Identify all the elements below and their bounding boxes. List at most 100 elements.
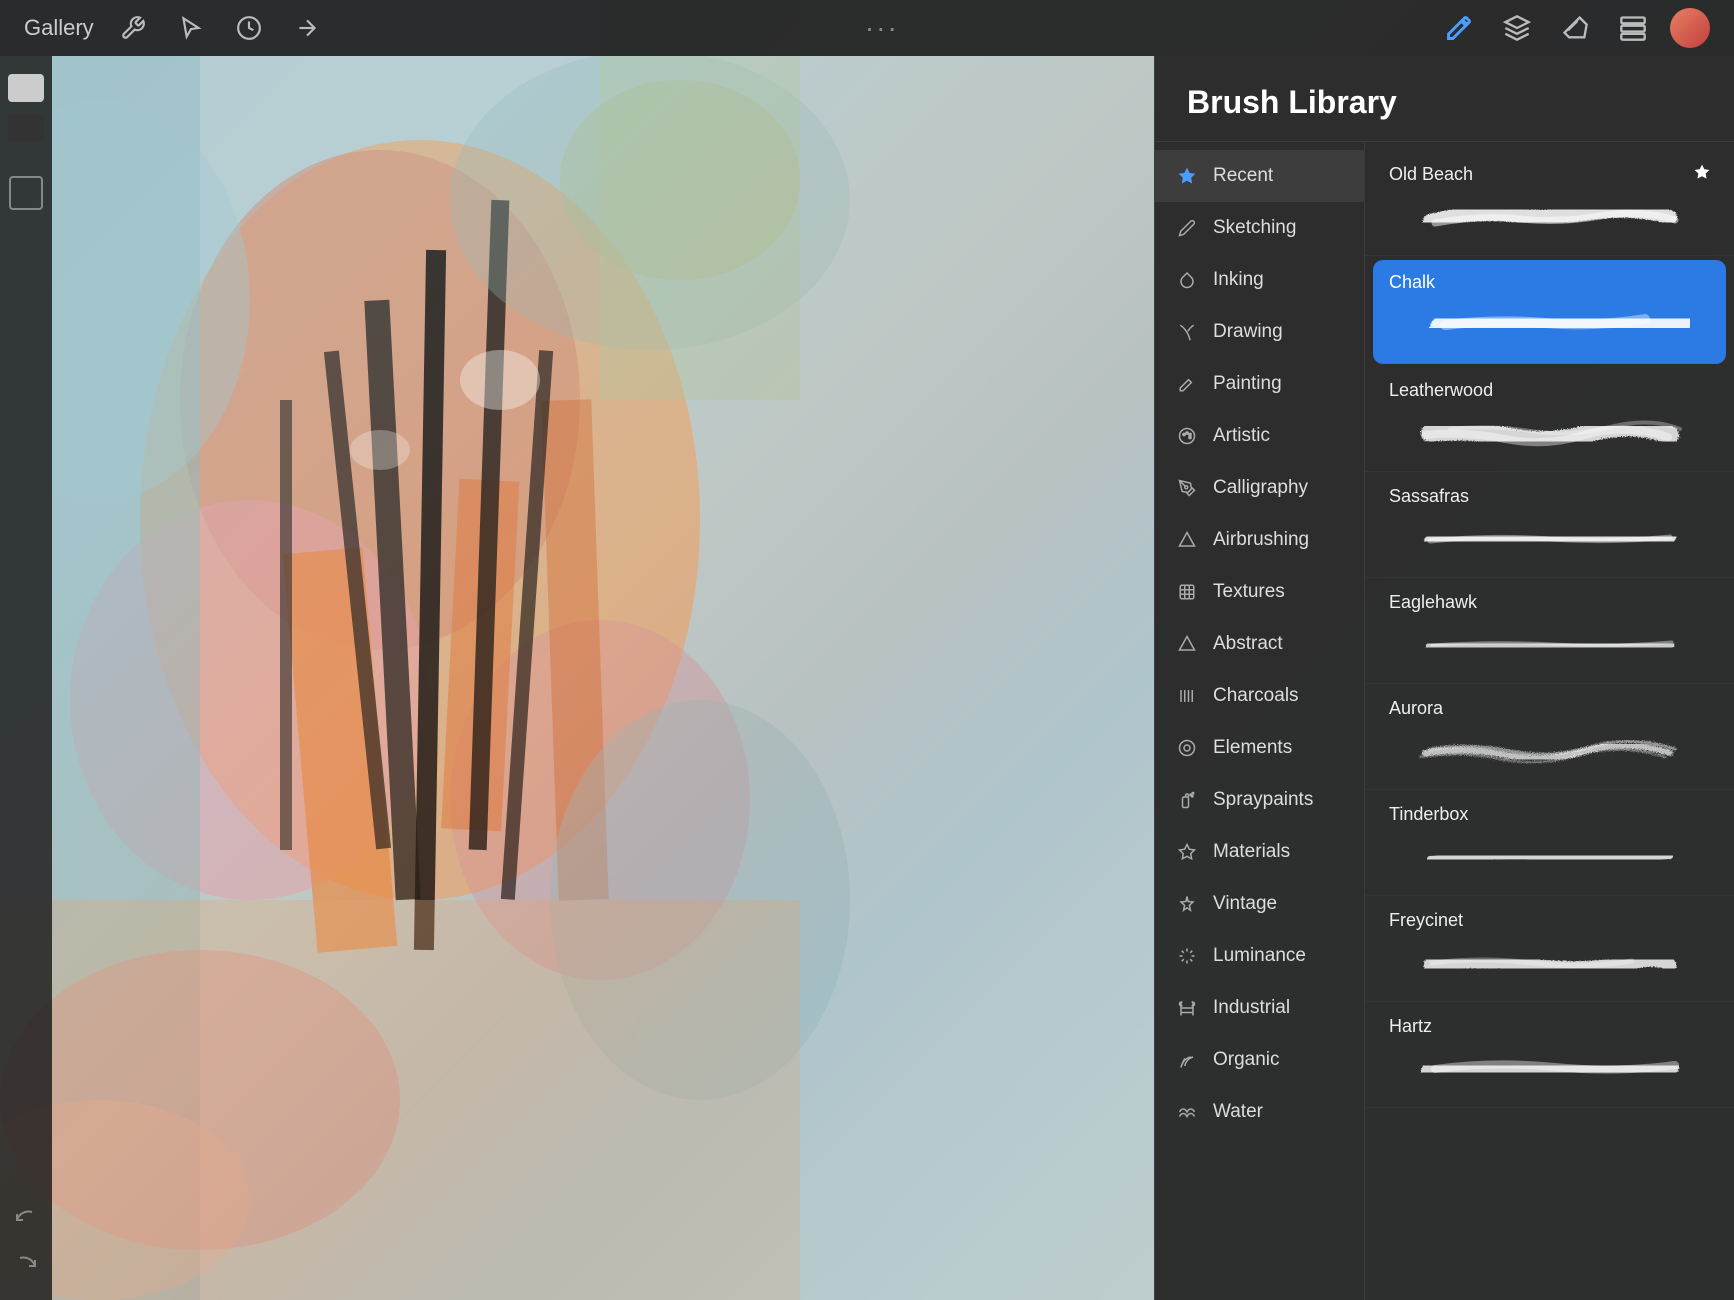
color-swatch-primary[interactable]	[8, 74, 44, 102]
brush-item-chalk[interactable]: Chalk	[1373, 260, 1726, 364]
abstract-category-icon	[1175, 632, 1199, 656]
brush-name-leatherwood: Leatherwood	[1389, 380, 1493, 401]
brush-name-eaglehawk: Eaglehawk	[1389, 592, 1477, 613]
category-item-textures[interactable]: Textures	[1155, 566, 1364, 618]
brush-tool-icon[interactable]	[1438, 7, 1480, 49]
charcoals-category-icon	[1175, 684, 1199, 708]
brush-item-sassafras[interactable]: Sassafras	[1365, 474, 1734, 578]
smudge-tool-icon[interactable]	[1496, 7, 1538, 49]
category-item-inking[interactable]: Inking	[1155, 254, 1364, 306]
category-label-sketching: Sketching	[1213, 217, 1296, 239]
drawing-category-icon	[1175, 320, 1199, 344]
industrial-category-icon	[1175, 996, 1199, 1020]
category-label-elements: Elements	[1213, 737, 1292, 759]
vintage-category-icon	[1175, 892, 1199, 916]
inking-category-icon	[1175, 268, 1199, 292]
brush-stroke-leatherwood	[1389, 407, 1710, 459]
dots-icon[interactable]: ···	[865, 12, 899, 44]
spraypaints-category-icon	[1175, 788, 1199, 812]
category-item-industrial[interactable]: Industrial	[1155, 982, 1364, 1034]
category-item-water[interactable]: Water	[1155, 1086, 1364, 1138]
brush-stroke-freycinet	[1389, 937, 1710, 989]
category-label-water: Water	[1213, 1101, 1263, 1123]
category-item-airbrushing[interactable]: Airbrushing	[1155, 514, 1364, 566]
brush-stroke-aurora	[1389, 725, 1710, 777]
category-item-sketching[interactable]: Sketching	[1155, 202, 1364, 254]
category-label-inking: Inking	[1213, 269, 1264, 291]
category-label-luminance: Luminance	[1213, 945, 1306, 967]
brush-item-tinderbox[interactable]: Tinderbox	[1365, 792, 1734, 896]
cursor-icon[interactable]	[172, 9, 210, 47]
brush-library-content: Recent Sketching Inking Drawing Painting Arti…	[1155, 142, 1734, 1300]
undo-button[interactable]	[7, 1200, 45, 1238]
brush-favorite-old-beach[interactable]	[1694, 164, 1710, 185]
selection-tool[interactable]	[9, 176, 43, 210]
brush-library-title: Brush Library	[1187, 84, 1397, 120]
brush-name-sassafras: Sassafras	[1389, 486, 1469, 507]
category-item-drawing[interactable]: Drawing	[1155, 306, 1364, 358]
category-item-artistic[interactable]: Artistic	[1155, 410, 1364, 462]
brush-library-header: Brush Library	[1155, 56, 1734, 142]
category-label-spraypaints: Spraypaints	[1213, 789, 1313, 811]
wrench-icon[interactable]	[114, 9, 152, 47]
brush-name-chalk: Chalk	[1389, 272, 1435, 293]
category-list: Recent Sketching Inking Drawing Painting Arti…	[1155, 142, 1365, 1300]
brush-stroke-old-beach	[1389, 191, 1710, 243]
category-item-charcoals[interactable]: Charcoals	[1155, 670, 1364, 722]
category-item-painting[interactable]: Painting	[1155, 358, 1364, 410]
artistic-category-icon	[1175, 424, 1199, 448]
brush-library-panel: Brush Library Recent Sketching Inking Drawi…	[1154, 56, 1734, 1300]
materials-category-icon	[1175, 840, 1199, 864]
category-label-calligraphy: Calligraphy	[1213, 477, 1308, 499]
brush-item-leatherwood[interactable]: Leatherwood	[1365, 368, 1734, 472]
user-avatar[interactable]	[1670, 8, 1710, 48]
brush-item-aurora[interactable]: Aurora	[1365, 686, 1734, 790]
brush-stroke-hartz	[1389, 1043, 1710, 1095]
left-sidebar	[0, 56, 52, 1300]
brush-list: Old Beach Chalk Leatherwood Sassafras Ea…	[1365, 142, 1734, 1300]
organic-category-icon	[1175, 1048, 1199, 1072]
redo-button[interactable]	[7, 1246, 45, 1284]
brush-name-old-beach: Old Beach	[1389, 164, 1473, 185]
brush-item-hartz[interactable]: Hartz	[1365, 1004, 1734, 1108]
category-item-vintage[interactable]: Vintage	[1155, 878, 1364, 930]
elements-category-icon	[1175, 736, 1199, 760]
calligraphy-category-icon	[1175, 476, 1199, 500]
category-item-luminance[interactable]: Luminance	[1155, 930, 1364, 982]
recent-category-icon	[1175, 164, 1199, 188]
gallery-button[interactable]: Gallery	[24, 15, 94, 41]
category-label-abstract: Abstract	[1213, 633, 1283, 655]
category-label-artistic: Artistic	[1213, 425, 1270, 447]
airbrushing-category-icon	[1175, 528, 1199, 552]
luminance-category-icon	[1175, 944, 1199, 968]
category-item-calligraphy[interactable]: Calligraphy	[1155, 462, 1364, 514]
color-swatch-secondary[interactable]	[8, 114, 44, 142]
arrow-icon[interactable]	[288, 9, 326, 47]
category-item-materials[interactable]: Materials	[1155, 826, 1364, 878]
category-item-recent[interactable]: Recent	[1155, 150, 1364, 202]
stylus-icon[interactable]	[230, 9, 268, 47]
category-label-organic: Organic	[1213, 1049, 1280, 1071]
brush-name-freycinet: Freycinet	[1389, 910, 1463, 931]
brush-stroke-tinderbox	[1389, 831, 1710, 883]
eraser-tool-icon[interactable]	[1554, 7, 1596, 49]
sketching-category-icon	[1175, 216, 1199, 240]
brush-name-hartz: Hartz	[1389, 1016, 1432, 1037]
topbar-right	[1438, 7, 1710, 49]
topbar-center: ···	[865, 12, 899, 44]
category-item-organic[interactable]: Organic	[1155, 1034, 1364, 1086]
category-label-materials: Materials	[1213, 841, 1290, 863]
category-item-elements[interactable]: Elements	[1155, 722, 1364, 774]
brush-item-freycinet[interactable]: Freycinet	[1365, 898, 1734, 1002]
category-item-abstract[interactable]: Abstract	[1155, 618, 1364, 670]
textures-category-icon	[1175, 580, 1199, 604]
brush-stroke-chalk	[1389, 299, 1710, 351]
layers-tool-icon[interactable]	[1612, 7, 1654, 49]
brush-name-tinderbox: Tinderbox	[1389, 804, 1468, 825]
category-item-spraypaints[interactable]: Spraypaints	[1155, 774, 1364, 826]
category-label-painting: Painting	[1213, 373, 1282, 395]
category-label-vintage: Vintage	[1213, 893, 1277, 915]
brush-item-old-beach[interactable]: Old Beach	[1365, 152, 1734, 256]
brush-item-eaglehawk[interactable]: Eaglehawk	[1365, 580, 1734, 684]
category-label-charcoals: Charcoals	[1213, 685, 1299, 707]
